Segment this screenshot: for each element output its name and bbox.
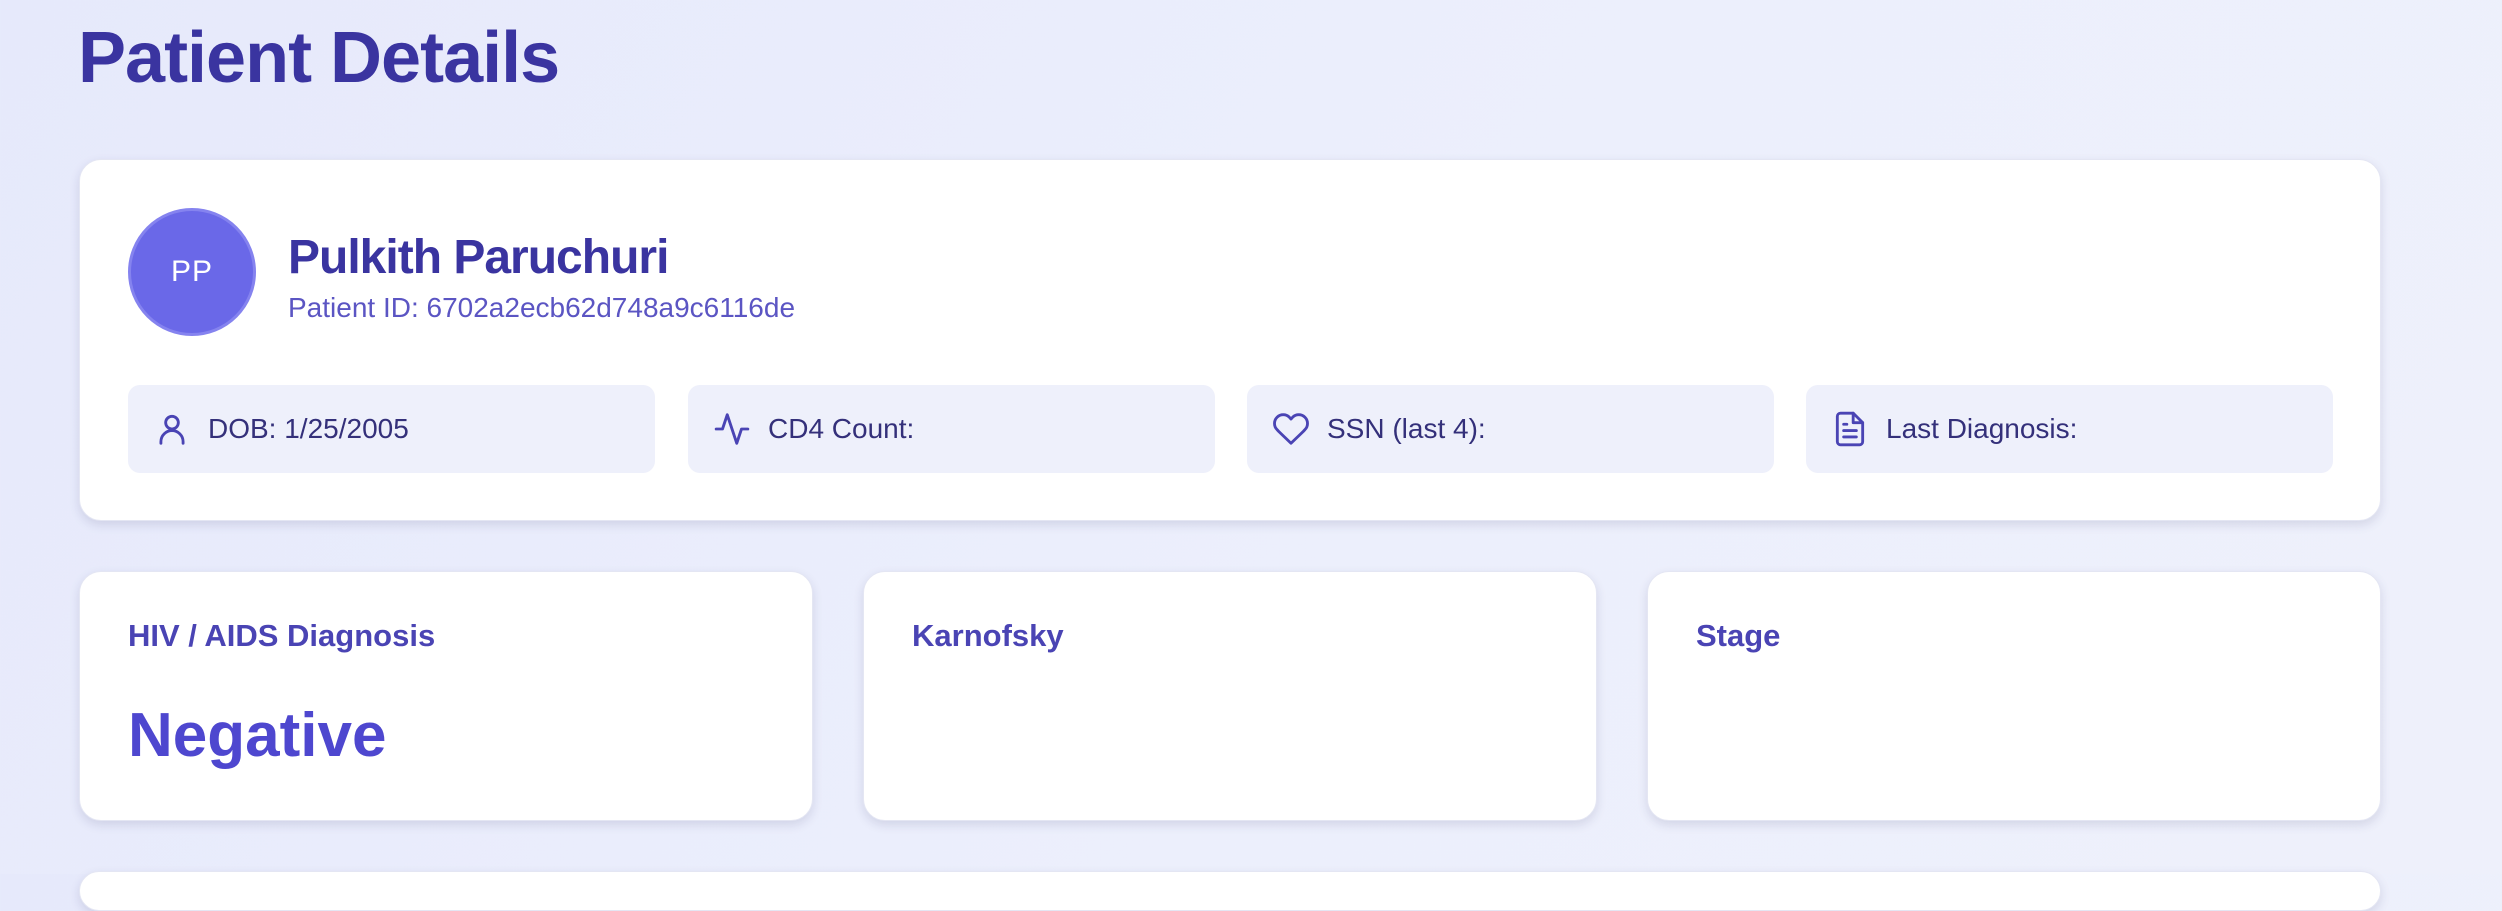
metric-card-karnofsky: Karnofsky <box>863 571 1597 821</box>
avatar: PP <box>128 208 256 336</box>
file-text-icon <box>1830 409 1870 449</box>
metric-label: Karnofsky <box>912 618 1064 653</box>
info-tile-text: SSN (last 4): <box>1327 413 1486 444</box>
info-tile-cd4: CD4 Count: <box>688 385 1215 473</box>
activity-icon <box>712 409 752 449</box>
metric-label: HIV / AIDS Diagnosis <box>128 618 436 653</box>
metric-card-hiv-diagnosis: HIV / AIDS Diagnosis Negative <box>79 571 813 821</box>
page-title: Patient Details <box>78 18 560 98</box>
avatar-initials: PP <box>170 255 214 288</box>
info-tile-text: CD4 Count: <box>768 413 915 444</box>
user-icon <box>152 409 192 449</box>
metric-value: Negative <box>128 701 387 770</box>
info-tile-text: DOB: 1/25/2005 <box>208 413 409 444</box>
info-tile-text: Last Diagnosis: <box>1886 413 2078 444</box>
info-tile-ssn: SSN (last 4): <box>1247 385 1774 473</box>
info-tile-last-diagnosis: Last Diagnosis: <box>1806 385 2333 473</box>
heart-icon <box>1271 409 1311 449</box>
bottom-card <box>79 871 2381 911</box>
patient-id: Patient ID: 6702a2ecb62d748a9c6116de <box>288 292 796 323</box>
patient-name: Pulkith Paruchuri <box>288 231 669 284</box>
metric-label: Stage <box>1696 618 1781 653</box>
patient-profile-card: PP Pulkith Paruchuri Patient ID: 6702a2e… <box>79 159 2381 521</box>
info-tile-dob: DOB: 1/25/2005 <box>128 385 655 473</box>
metric-card-stage: Stage <box>1647 571 2381 821</box>
